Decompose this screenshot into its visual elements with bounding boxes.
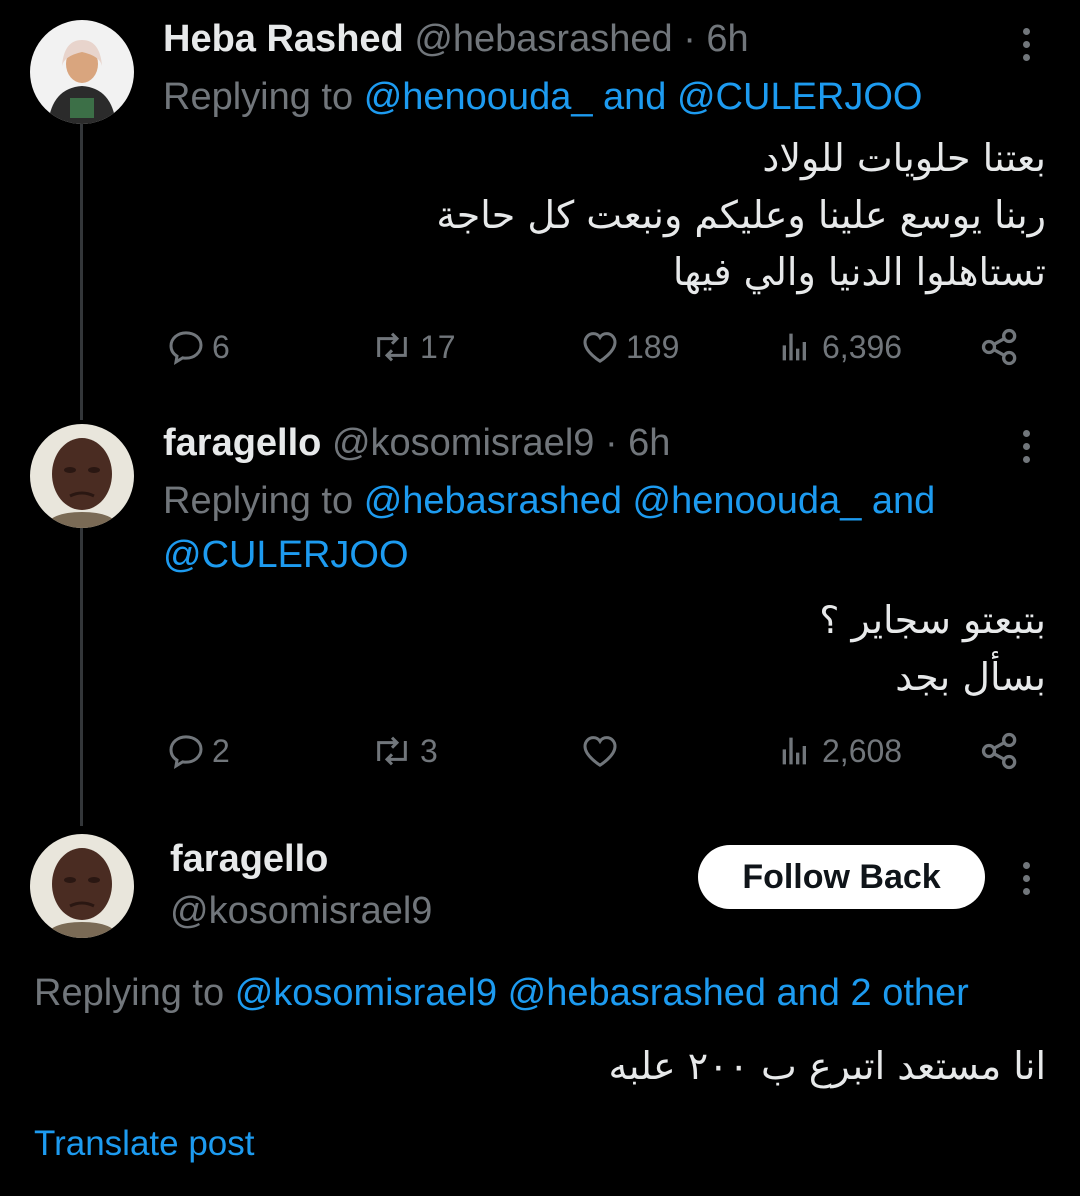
text-line: انا مستعد اتبرع ب ٢٠٠ علبه	[608, 1044, 1046, 1088]
tweet-header: Heba Rashed @hebasrashed · 6h	[163, 18, 749, 61]
display-name[interactable]: Heba Rashed	[163, 18, 404, 60]
like-count: 189	[626, 328, 680, 365]
avatar[interactable]	[30, 834, 134, 938]
mention-link[interactable]: @henoouda_ and @CULERJOO	[364, 76, 923, 118]
mention-link[interactable]: @hebasrashed @henoouda_ and	[364, 480, 936, 522]
timestamp[interactable]: · 6h	[683, 18, 748, 60]
handle-row: @kosomisrael9	[170, 890, 432, 933]
reply-count: 6	[212, 328, 230, 365]
tweet-text: بعتنا حلويات للولاد ربنا يوسع علينا وعلي…	[436, 130, 1046, 301]
views-button[interactable]: 6,396	[776, 322, 902, 372]
display-name-row: faragello	[170, 838, 328, 881]
thread-connector	[80, 528, 83, 826]
like-button[interactable]	[580, 726, 626, 776]
share-button[interactable]	[978, 726, 1022, 776]
replying-to-label: Replying to	[163, 76, 354, 118]
display-name[interactable]: faragello	[170, 838, 328, 880]
follow-back-button[interactable]: Follow Back	[698, 845, 985, 909]
tweet-header: faragello @kosomisrael9 · 6h	[163, 422, 670, 465]
reply-button[interactable]: 2	[166, 726, 230, 776]
more-icon[interactable]	[1020, 862, 1032, 901]
repost-count: 3	[420, 732, 438, 769]
action-bar: 6 17 189 6,396	[0, 322, 1080, 372]
reply-count: 2	[212, 732, 230, 769]
avatar[interactable]	[30, 424, 134, 528]
more-icon[interactable]	[1020, 430, 1032, 469]
thread-connector	[80, 124, 83, 420]
reply-icon	[169, 735, 203, 770]
more-icon[interactable]	[1020, 28, 1032, 67]
handle[interactable]: @kosomisrael9	[170, 890, 432, 932]
tweet-text: انا مستعد اتبرع ب ٢٠٠ علبه	[609, 1038, 1046, 1095]
mention-link[interactable]: @CULERJOO	[163, 534, 409, 576]
display-name[interactable]: faragello	[163, 422, 321, 464]
view-count: 6,396	[822, 328, 903, 365]
action-bar: 2 3 2,608	[0, 726, 1080, 776]
repost-button[interactable]: 3	[370, 726, 438, 776]
views-button[interactable]: 2,608	[776, 726, 902, 776]
translate-post-link[interactable]: Translate post	[34, 1124, 254, 1164]
text-line: تستاهلوا الدنيا والي فيها	[672, 250, 1046, 294]
text-line: ربنا يوسع علينا وعليكم ونبعت كل حاجة	[436, 193, 1046, 237]
replying-to: Replying to @kosomisrael9 @hebasrashed a…	[34, 972, 969, 1015]
repost-button[interactable]: 17	[370, 322, 456, 372]
repost-icon	[377, 332, 407, 362]
text-line: بسأل بجد	[895, 655, 1046, 699]
views-icon	[782, 737, 806, 765]
reply-icon	[169, 331, 203, 366]
text-line: بتبعتو سجاير ؟	[819, 598, 1046, 642]
replying-to: Replying to @henoouda_ and @CULERJOO	[163, 76, 922, 119]
handle[interactable]: @kosomisrael9	[332, 422, 594, 464]
replying-to: Replying to @hebasrashed @henoouda_ and	[163, 480, 935, 523]
avatar[interactable]	[30, 20, 134, 124]
reply-button[interactable]: 6	[166, 322, 230, 372]
replying-to-continued: @CULERJOO	[163, 534, 409, 577]
repost-count: 17	[420, 328, 456, 365]
timestamp[interactable]: · 6h	[605, 422, 670, 464]
handle[interactable]: @hebasrashed	[414, 18, 672, 60]
share-icon	[981, 732, 1017, 770]
replying-to-label: Replying to	[163, 480, 354, 522]
text-line: بعتنا حلويات للولاد	[762, 136, 1046, 180]
mention-link[interactable]: @kosomisrael9 @hebasrashed and 2 other	[235, 972, 969, 1014]
views-icon	[782, 333, 806, 361]
like-icon	[583, 332, 617, 363]
share-button[interactable]	[978, 322, 1022, 372]
tweet-text: بتبعتو سجاير ؟ بسأل بجد	[819, 592, 1046, 706]
like-icon	[583, 736, 617, 767]
repost-icon	[377, 736, 407, 766]
like-button[interactable]: 189	[580, 322, 679, 372]
replying-to-label: Replying to	[34, 972, 225, 1014]
share-icon	[981, 328, 1017, 366]
view-count: 2,608	[822, 732, 903, 769]
